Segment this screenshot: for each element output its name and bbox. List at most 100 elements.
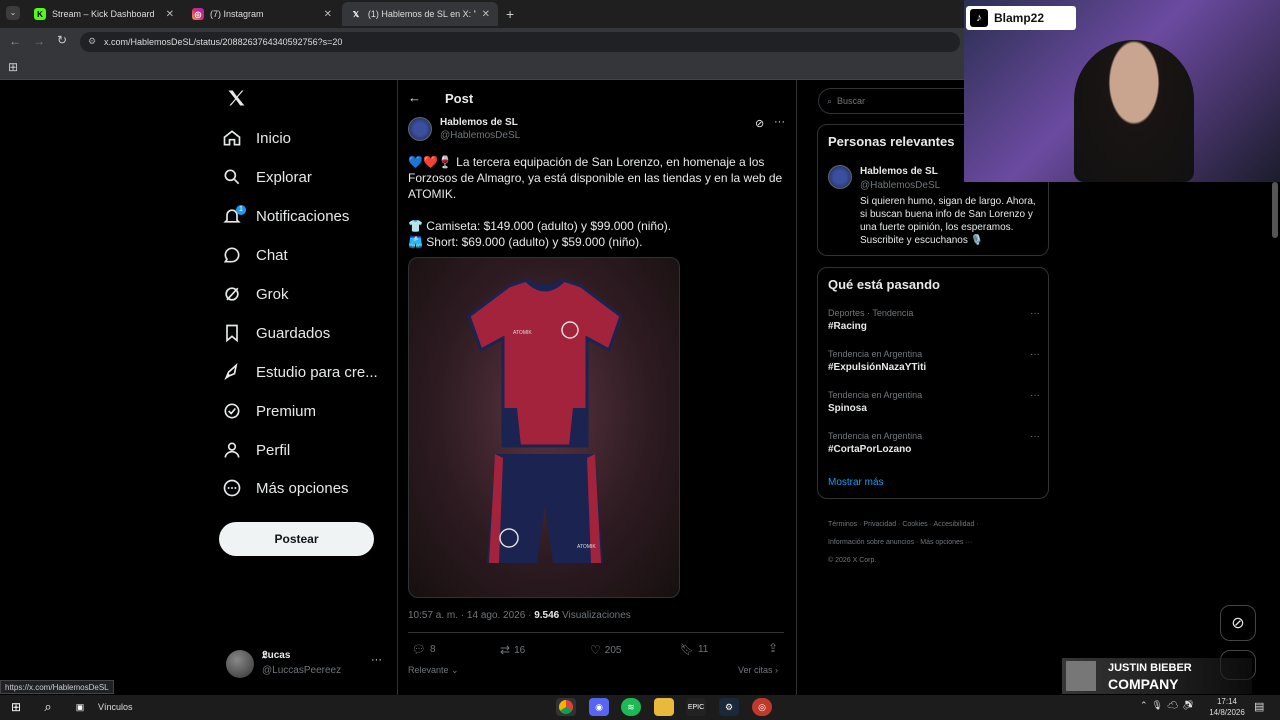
nav-perfil[interactable]: Perfil — [222, 432, 290, 468]
apps-grid-icon[interactable]: ⊞ — [8, 60, 18, 74]
nav-mas-opciones[interactable]: Más opciones — [222, 470, 349, 506]
author-name[interactable]: Hablemos de SL — [440, 117, 518, 128]
post-text-line: 💙❤️🍷 La tercera equipación de San Lorenz… — [408, 155, 783, 201]
footer-link[interactable]: Información sobre anuncios — [828, 539, 914, 546]
close-icon[interactable]: ✕ — [166, 9, 174, 20]
svg-text:ATOMIK: ATOMIK — [577, 544, 596, 550]
sort-dropdown[interactable]: Relevante ⌄ — [408, 665, 459, 676]
chevron-right-icon: › — [772, 665, 779, 675]
trend-item[interactable]: Deportes · Tendencia #Racing ··· — [828, 308, 1040, 332]
show-more-link[interactable]: Mostrar más — [828, 477, 884, 488]
relevant-handle[interactable]: @HablemosDeSL — [860, 180, 940, 191]
back-arrow-icon[interactable]: ← — [408, 90, 421, 105]
x-logo-icon[interactable] — [226, 88, 246, 113]
footer-link[interactable]: Accesibilidad — [933, 521, 974, 528]
reload-icon[interactable]: ↻ — [57, 33, 67, 47]
trend-meta: Tendencia en Argentina — [828, 431, 923, 441]
forward-icon[interactable]: → — [33, 34, 45, 48]
task-view-icon[interactable]: ▣ — [70, 698, 90, 716]
close-icon[interactable]: ✕ — [324, 9, 332, 20]
nav-notificaciones[interactable]: Notificaciones — [222, 198, 349, 234]
relevant-name[interactable]: Hablemos de SL — [860, 166, 938, 177]
quotes-label: Ver citas — [738, 665, 773, 675]
chevron-down-icon: ⌄ — [448, 665, 459, 675]
music-artist: JUSTIN BIEBER — [1108, 662, 1192, 674]
quotes-link[interactable]: Ver citas › — [738, 665, 778, 675]
page-title: Post — [445, 91, 474, 106]
tab-x-post[interactable]: 𝕏 (1) Hablemos de SL en X: " ✕ — [342, 2, 498, 26]
notification-badge: 1 — [236, 205, 246, 215]
like-count: 205 — [604, 644, 622, 656]
tab-search-button[interactable]: ⌄ — [6, 6, 20, 20]
search-icon[interactable]: ⌕ — [38, 698, 58, 716]
back-icon[interactable]: ← — [9, 34, 21, 48]
discord-icon[interactable]: ◉ — [589, 698, 609, 716]
nav-guardados[interactable]: Guardados — [222, 315, 330, 351]
epic-games-icon[interactable]: EPIC — [686, 698, 706, 716]
floating-grok-button[interactable]: ⊘ — [1220, 605, 1256, 641]
home-icon — [223, 130, 241, 146]
spotify-icon[interactable]: ≋ — [621, 698, 641, 716]
steam-icon[interactable]: ⚙ — [719, 698, 739, 716]
footer-link[interactable]: Términos — [828, 521, 857, 528]
trending-card: Qué está pasando Deportes · Tendencia #R… — [817, 267, 1049, 499]
bookmark-button[interactable]: 🔖︎ 11 — [680, 643, 708, 656]
url-input[interactable]: ⚙ x.com/HablemosDeSL/status/208826376434… — [80, 32, 960, 52]
footer-link[interactable]: Más opciones ··· — [920, 539, 972, 546]
streamer-tag: ♪ Blamp22 — [966, 6, 1076, 30]
copyright: © 2026 X Corp. — [828, 557, 877, 564]
post-text-line: 🩳 Short: $69.000 (adulto) y $59.000 (niñ… — [408, 235, 643, 249]
tab-instagram[interactable]: ◎ (7) Instagram ✕ — [184, 2, 340, 26]
avatar — [226, 650, 254, 678]
footer-link[interactable]: Cookies — [902, 521, 927, 528]
notifications-icon[interactable]: ▤ — [1254, 700, 1264, 713]
more-icon[interactable]: ··· — [774, 116, 785, 128]
repost-button[interactable]: ⇄ 16 — [500, 643, 525, 657]
more-icon[interactable]: ··· — [1030, 308, 1040, 319]
author-handle[interactable]: @HablemosDeSL — [440, 130, 520, 141]
system-tray[interactable]: ⌃🎙︎☁︎🔊︎ — [1140, 700, 1198, 711]
like-button[interactable]: ♡ 205 — [590, 643, 621, 657]
page-scrollbar[interactable] — [1272, 182, 1278, 238]
nav-premium[interactable]: Premium — [222, 393, 316, 429]
nav-chat[interactable]: Chat — [222, 237, 288, 273]
status-url: https://x.com/HablemosDeSL — [5, 683, 109, 692]
more-icon[interactable]: ··· — [1030, 349, 1040, 360]
relevant-avatar[interactable] — [828, 165, 852, 189]
nav-estudio[interactable]: Estudio para cre... — [222, 354, 378, 390]
more-icon[interactable]: ··· — [1030, 390, 1040, 401]
rocket-icon — [224, 363, 238, 381]
more-circle-icon — [223, 479, 241, 497]
windows-start-icon[interactable]: ⊞ — [6, 698, 26, 716]
more-icon[interactable]: ··· — [371, 654, 382, 666]
file-explorer-icon[interactable] — [654, 698, 674, 716]
music-title: COMPANY — [1108, 676, 1179, 692]
app-icon[interactable]: ◎ — [752, 698, 772, 716]
post-image[interactable]: ATOMIK ATOMIK — [408, 257, 680, 598]
svg-text:ATOMIK: ATOMIK — [513, 330, 532, 336]
grok-icon[interactable]: ⊘ — [755, 117, 764, 130]
trend-item[interactable]: Tendencia en Argentina Spinosa ··· — [828, 390, 1040, 414]
search-input[interactable]: ⌕ Buscar — [818, 88, 978, 114]
clock[interactable]: 17:14 14/8/2026 — [1204, 696, 1250, 718]
site-info-icon[interactable]: ⚙ — [88, 36, 96, 47]
nav-explorar[interactable]: Explorar — [222, 159, 312, 195]
trend-item[interactable]: Tendencia en Argentina #CortaPorLozano ·… — [828, 431, 1040, 455]
reply-button[interactable]: 💬︎ 8 — [412, 643, 436, 656]
footer-link[interactable]: Privacidad — [863, 521, 896, 528]
author-avatar[interactable] — [408, 117, 432, 141]
share-icon[interactable]: ⇪ — [768, 641, 778, 655]
post-divider — [408, 632, 784, 633]
nav-inicio[interactable]: Inicio — [222, 120, 291, 156]
links-toolbar[interactable]: Vínculos — [98, 702, 133, 712]
more-icon[interactable]: ··· — [1030, 431, 1040, 442]
trend-item[interactable]: Tendencia en Argentina #ExpulsiónNazaYTi… — [828, 349, 1040, 373]
post-button[interactable]: Postear — [219, 522, 374, 556]
close-icon[interactable]: ✕ — [482, 9, 490, 20]
chrome-icon[interactable] — [556, 698, 576, 716]
account-switcher[interactable]: 𝕷ucas @LuccasPeereez ··· — [226, 648, 386, 682]
sidebar-footer: Términos · Privacidad · Cookies · Accesi… — [828, 521, 979, 564]
tab-kick[interactable]: K Stream – Kick Dashboard ✕ — [26, 2, 182, 26]
nav-grok[interactable]: Grok — [222, 276, 289, 312]
new-tab-button[interactable]: + — [506, 6, 514, 22]
